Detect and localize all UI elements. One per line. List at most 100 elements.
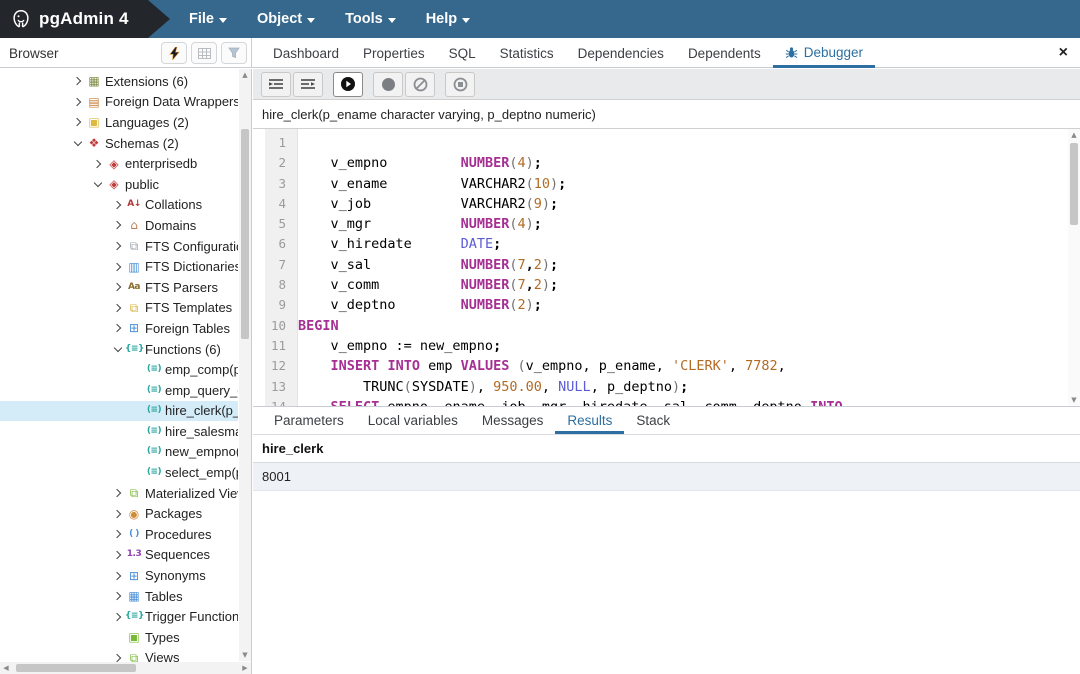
editor-vscroll-thumb[interactable] <box>1070 143 1078 225</box>
chevron-right-icon[interactable] <box>110 218 125 233</box>
tree-item-packages[interactable]: ◉Packages <box>0 503 238 524</box>
chevron-right-icon[interactable] <box>110 259 125 274</box>
scroll-right-arrow-icon[interactable]: ▶ <box>239 662 251 674</box>
step-into-button[interactable] <box>261 72 291 97</box>
menu-object[interactable]: Object <box>246 3 326 35</box>
tree-item-procedures[interactable]: ( )Procedures <box>0 524 238 545</box>
menu-help[interactable]: Help <box>415 3 481 35</box>
tab-sql[interactable]: SQL <box>437 38 488 68</box>
chevron-right-icon[interactable] <box>110 547 125 562</box>
tree-item-select-emp-p-e[interactable]: (≡)select_emp(p_e <box>0 462 238 483</box>
tab-dashboard[interactable]: Dashboard <box>261 38 351 68</box>
scroll-up-arrow-icon[interactable]: ▲ <box>1068 129 1080 141</box>
line-number[interactable]: 7 <box>253 255 298 275</box>
tree-vertical-scrollbar[interactable]: ▲ ▼ <box>239 69 251 661</box>
tree-item-emp-comp-p-s[interactable]: (≡)emp_comp(p_s <box>0 359 238 380</box>
tab-debugger[interactable]: Debugger <box>773 38 875 68</box>
line-number[interactable]: 4 <box>253 194 298 214</box>
tree-item-languages-2[interactable]: ▣Languages (2) <box>0 112 238 133</box>
tree-item-sequences[interactable]: 1.3Sequences <box>0 545 238 566</box>
close-panel-icon[interactable]: × <box>1059 45 1068 61</box>
chevron-right-icon[interactable] <box>110 609 125 624</box>
scroll-down-arrow-icon[interactable]: ▼ <box>239 649 251 661</box>
clear-all-breakpoints-button[interactable] <box>405 72 435 97</box>
tab-dependencies[interactable]: Dependencies <box>566 38 676 68</box>
chevron-right-icon[interactable] <box>110 300 125 315</box>
line-number[interactable]: 2 <box>253 153 298 173</box>
line-number[interactable]: 3 <box>253 174 298 194</box>
tree-item-schemas-2[interactable]: ❖Schemas (2) <box>0 133 238 154</box>
tree-item-domains[interactable]: ⌂Domains <box>0 215 238 236</box>
tree-item-types[interactable]: ▣Types <box>0 627 238 648</box>
chevron-right-icon[interactable] <box>110 506 125 521</box>
tree-item-functions-6[interactable]: {≡}Functions (6) <box>0 339 238 360</box>
bottom-tab-messages[interactable]: Messages <box>470 408 556 434</box>
line-number[interactable]: 9 <box>253 295 298 315</box>
scroll-left-arrow-icon[interactable]: ◀ <box>0 662 12 674</box>
tree-item-extensions-6[interactable]: ▦Extensions (6) <box>0 71 238 92</box>
results-data-row[interactable]: 8001 <box>253 463 1080 491</box>
chevron-right-icon[interactable] <box>110 197 125 212</box>
line-number[interactable]: 12 <box>253 356 298 376</box>
tab-dependents[interactable]: Dependents <box>676 38 773 68</box>
bottom-tab-stack[interactable]: Stack <box>624 408 682 434</box>
code-editor[interactable]: 12 v_empno NUMBER(4);3 v_ename VARCHAR2(… <box>253 129 1080 406</box>
chevron-right-icon[interactable] <box>70 115 85 130</box>
chevron-right-icon[interactable] <box>90 156 105 171</box>
tab-properties[interactable]: Properties <box>351 38 437 68</box>
line-number[interactable]: 1 <box>253 133 298 153</box>
tree-item-foreign-data-wrappers-2[interactable]: ▤Foreign Data Wrappers (2) <box>0 92 238 113</box>
tree-item-materialized-views[interactable]: ⧉Materialized Views <box>0 483 238 504</box>
continue-button[interactable] <box>333 72 363 97</box>
tree-item-hire-salesman[interactable]: (≡)hire_salesman( <box>0 421 238 442</box>
chevron-right-icon[interactable] <box>110 527 125 542</box>
tree-item-fts-templates[interactable]: ⧉FTS Templates <box>0 298 238 319</box>
tree-item-tables[interactable]: ▦Tables <box>0 586 238 607</box>
chevron-right-icon[interactable] <box>70 94 85 109</box>
tree-vscroll-thumb[interactable] <box>241 129 249 339</box>
line-number[interactable]: 10 <box>253 316 298 336</box>
tree-item-collations[interactable]: A↓Collations <box>0 195 238 216</box>
tree-item-emp-query-cal[interactable]: (≡)emp_query_cal <box>0 380 238 401</box>
scroll-down-arrow-icon[interactable]: ▼ <box>1068 394 1080 406</box>
chevron-right-icon[interactable] <box>110 280 125 295</box>
chevron-right-icon[interactable] <box>110 486 125 501</box>
tree-item-new-empno[interactable]: (≡)new_empno() <box>0 442 238 463</box>
tree-horizontal-scrollbar[interactable]: ◀ ▶ <box>0 662 251 674</box>
editor-vertical-scrollbar[interactable]: ▲ ▼ <box>1068 129 1080 406</box>
tree-hscroll-thumb[interactable] <box>16 664 136 672</box>
tree-item-synonyms[interactable]: ⊞Synonyms <box>0 565 238 586</box>
filter-button[interactable] <box>221 42 247 64</box>
line-number[interactable]: 14 <box>253 397 298 406</box>
bottom-tab-results[interactable]: Results <box>555 408 624 434</box>
menu-tools[interactable]: Tools <box>334 3 407 35</box>
quick-search-button[interactable] <box>161 42 187 64</box>
tree-item-foreign-tables[interactable]: ⊞Foreign Tables <box>0 318 238 339</box>
line-number[interactable]: 6 <box>253 234 298 254</box>
chevron-down-icon[interactable] <box>70 136 85 151</box>
tree-item-fts-dictionaries[interactable]: ▥FTS Dictionaries <box>0 256 238 277</box>
chevron-right-icon[interactable] <box>110 239 125 254</box>
chevron-right-icon[interactable] <box>110 321 125 336</box>
tree-item-hire-clerk-p-en[interactable]: (≡)hire_clerk(p_en <box>0 401 238 422</box>
line-number[interactable]: 8 <box>253 275 298 295</box>
step-over-button[interactable] <box>293 72 323 97</box>
chevron-right-icon[interactable] <box>110 568 125 583</box>
chevron-right-icon[interactable] <box>70 74 85 89</box>
bottom-tab-local-variables[interactable]: Local variables <box>356 408 470 434</box>
dependencies-grid-button[interactable] <box>191 42 217 64</box>
chevron-right-icon[interactable] <box>110 589 125 604</box>
tree-item-public[interactable]: ◈public <box>0 174 238 195</box>
bottom-tab-parameters[interactable]: Parameters <box>262 408 356 434</box>
line-number[interactable]: 13 <box>253 377 298 397</box>
tree-item-enterprisedb[interactable]: ◈enterprisedb <box>0 153 238 174</box>
line-number[interactable]: 11 <box>253 336 298 356</box>
stop-button[interactable] <box>445 72 475 97</box>
line-number[interactable]: 5 <box>253 214 298 234</box>
tab-statistics[interactable]: Statistics <box>488 38 566 68</box>
tree-item-fts-configurations[interactable]: ⧉FTS Configurations <box>0 236 238 257</box>
toggle-breakpoint-button[interactable] <box>373 72 403 97</box>
tree-item-trigger-functions[interactable]: {≡}Trigger Functions <box>0 606 238 627</box>
menu-file[interactable]: File <box>178 3 238 35</box>
tree-item-fts-parsers[interactable]: AaFTS Parsers <box>0 277 238 298</box>
